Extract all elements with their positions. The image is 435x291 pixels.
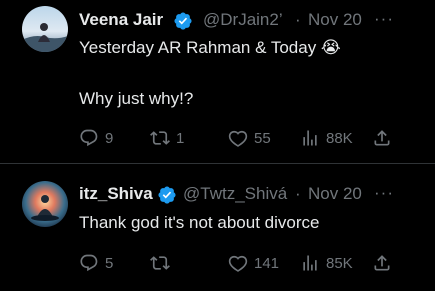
action-bar: 9 1 55 88K xyxy=(79,127,399,149)
repost-icon xyxy=(150,256,170,270)
views-count: 88K xyxy=(326,129,353,147)
like-icon xyxy=(228,255,248,272)
tweet-text-line-1: Yesterday AR Rahman & Today 😭 xyxy=(79,38,341,57)
views-button[interactable]: 88K xyxy=(300,127,353,149)
display-name[interactable]: itz_Shiva xyxy=(79,184,153,204)
more-icon[interactable]: ··· xyxy=(374,9,394,29)
tweet-header: itz_Shiva @Twtz_Shivá · Nov 20 ··· xyxy=(79,183,415,205)
timestamp[interactable]: Nov 20 xyxy=(308,10,362,30)
tweet[interactable]: Veena Jair @DrJain2’ · Nov 20 ··· Yester… xyxy=(0,0,435,163)
repost-button[interactable]: 1 xyxy=(150,127,184,149)
views-button[interactable]: 85K xyxy=(300,252,353,274)
like-button[interactable]: 55 xyxy=(228,127,271,149)
share-button[interactable] xyxy=(372,127,392,149)
views-icon xyxy=(303,130,317,146)
timestamp[interactable]: Nov 20 xyxy=(308,184,362,204)
tweet-header: Veena Jair @DrJain2’ · Nov 20 ··· xyxy=(79,9,415,31)
reply-button[interactable]: 9 xyxy=(79,127,113,149)
avatar[interactable] xyxy=(22,181,68,227)
reply-count: 5 xyxy=(105,254,114,272)
share-icon xyxy=(374,130,390,146)
more-icon[interactable]: ··· xyxy=(374,183,394,203)
verified-badge-icon xyxy=(157,185,177,205)
like-count: 141 xyxy=(254,254,280,272)
like-count: 55 xyxy=(254,129,271,147)
handle[interactable]: @DrJain2’ xyxy=(203,10,293,30)
reply-icon xyxy=(80,254,98,272)
display-name[interactable]: Veena Jair xyxy=(79,10,167,30)
reply-count: 9 xyxy=(105,129,114,147)
handle[interactable]: @Twtz_Shivá xyxy=(183,184,293,204)
action-bar: 5 141 85K xyxy=(79,252,399,274)
like-icon xyxy=(228,130,248,147)
verified-badge-icon xyxy=(173,11,193,31)
tweet-text-line-2: Why just why!? xyxy=(79,89,194,108)
like-button[interactable]: 141 xyxy=(228,252,279,274)
reply-icon xyxy=(80,129,98,147)
share-button[interactable] xyxy=(372,252,392,274)
reply-button[interactable]: 5 xyxy=(79,252,113,274)
repost-button[interactable] xyxy=(150,252,176,274)
repost-count: 1 xyxy=(176,129,185,147)
avatar[interactable] xyxy=(22,6,68,52)
separator-dot: · xyxy=(295,10,301,29)
share-icon xyxy=(374,255,390,271)
views-count: 85K xyxy=(326,254,353,272)
views-icon xyxy=(303,255,317,271)
tweet-text-line-1: Thank god it's not about divorce xyxy=(79,213,320,232)
repost-icon xyxy=(150,131,170,145)
separator-dot: · xyxy=(295,184,301,203)
